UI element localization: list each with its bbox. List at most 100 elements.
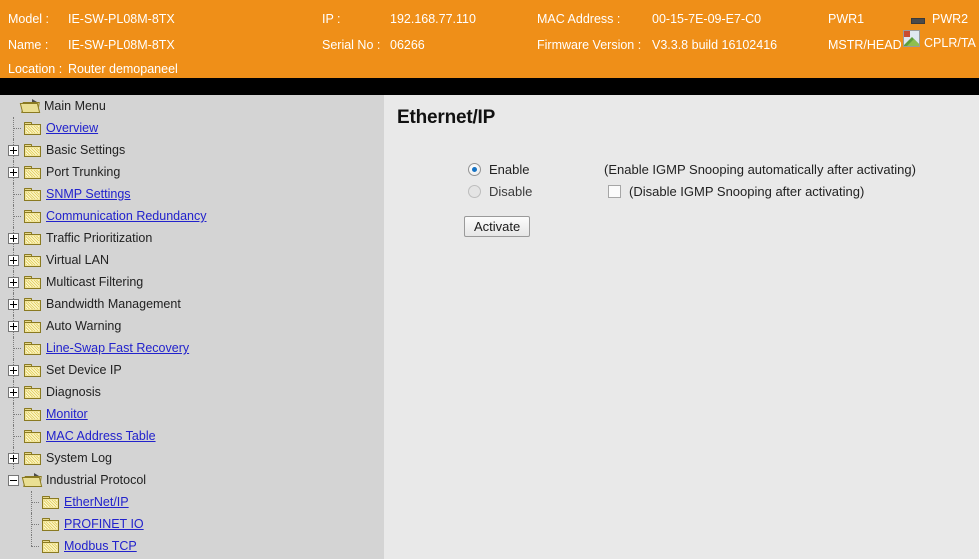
tree-expander-collapsed[interactable] (6, 139, 23, 161)
sidebar-item-label[interactable]: Communication Redundancy (46, 205, 207, 227)
serial-label: Serial No : (322, 38, 381, 52)
sidebar-item-label[interactable]: MAC Address Table (46, 425, 156, 447)
pwr2-label: PWR2 (932, 12, 969, 26)
tree-connector (6, 403, 23, 425)
sidebar-item-label[interactable]: PROFINET IO (64, 513, 144, 535)
sidebar-item-label: Industrial Protocol (46, 473, 147, 487)
sidebar-item-system-log[interactable]: System Log (0, 447, 384, 469)
tree-connector (24, 513, 41, 535)
sidebar-item-label[interactable]: EtherNet/IP (64, 491, 129, 513)
activate-button[interactable]: Activate (464, 216, 531, 237)
disable-note: (Disable IGMP Snooping after activating) (629, 184, 865, 199)
folder-closed-icon (23, 296, 41, 312)
sidebar-item-label: System Log (46, 451, 113, 465)
tree-expander-expanded[interactable] (6, 469, 23, 491)
sidebar-item-overview[interactable]: Overview (0, 117, 384, 139)
sidebar-item-label[interactable]: Monitor (46, 403, 88, 425)
sidebar-item-set-device-ip[interactable]: Set Device IP (0, 359, 384, 381)
sidebar-item-mac-address-table[interactable]: MAC Address Table (0, 425, 384, 447)
sidebar-item-ethernet-ip[interactable]: EtherNet/IP (0, 491, 384, 513)
folder-closed-icon (23, 208, 41, 224)
enable-note: (Enable IGMP Snooping automatically afte… (604, 162, 916, 177)
disable-note-row[interactable]: (Disable IGMP Snooping after activating) (608, 184, 864, 199)
ip-value: 192.168.77.110 (390, 12, 476, 26)
folder-closed-icon (23, 318, 41, 334)
tree-expander-collapsed[interactable] (6, 249, 23, 271)
folder-closed-icon (41, 516, 59, 532)
sidebar-item-port-trunking[interactable]: Port Trunking (0, 161, 384, 183)
cplr-tail-label: CPLR/TA (924, 36, 976, 50)
sidebar-item-label: Virtual LAN (46, 253, 109, 267)
sidebar-item-virtual-lan[interactable]: Virtual LAN (0, 249, 384, 271)
sidebar-item-communication-redundancy[interactable]: Communication Redundancy (0, 205, 384, 227)
header-divider-bar (0, 78, 979, 95)
sidebar-item-line-swap-fast-recovery[interactable]: Line-Swap Fast Recovery (0, 337, 384, 359)
sidebar-item-main-menu[interactable]: Main Menu (0, 95, 384, 117)
enable-radio[interactable] (468, 163, 481, 176)
mac-value: 00-15-7E-09-E7-C0 (652, 12, 762, 26)
folder-open-icon (21, 472, 43, 488)
page-title: Ethernet/IP (397, 107, 496, 128)
tree-expander-collapsed[interactable] (6, 359, 23, 381)
sidebar-item-label: Basic Settings (46, 143, 126, 157)
folder-closed-icon (23, 362, 41, 378)
sidebar-item-label: Traffic Prioritization (46, 231, 153, 245)
folder-closed-icon (23, 252, 41, 268)
tree-connector (6, 425, 23, 447)
tree-expander-collapsed[interactable] (6, 161, 23, 183)
location-value: Router demopaneel (68, 62, 178, 76)
sidebar-item-label[interactable]: SNMP Settings (46, 183, 131, 205)
pwr1-label: PWR1 (828, 12, 865, 26)
tree-connector (6, 337, 23, 359)
sidebar-item-label: Bandwidth Management (46, 297, 181, 311)
sidebar-item-label[interactable]: Modbus TCP (64, 535, 137, 557)
sidebar-item-diagnosis[interactable]: Diagnosis (0, 381, 384, 403)
tree-connector (6, 205, 23, 227)
folder-closed-icon (41, 494, 59, 510)
power-led-indicator (911, 18, 925, 24)
tree-expander-collapsed[interactable] (6, 271, 23, 293)
enable-radio-row[interactable]: Enable (468, 162, 529, 177)
sidebar-item-label: Multicast Filtering (46, 275, 144, 289)
sidebar-item-traffic-prioritization[interactable]: Traffic Prioritization (0, 227, 384, 249)
sidebar-item-label: Auto Warning (46, 319, 122, 333)
folder-closed-icon (23, 142, 41, 158)
tree-expander-collapsed[interactable] (6, 447, 23, 469)
broken-image-icon (903, 30, 920, 47)
disable-radio-row[interactable]: Disable (468, 184, 532, 199)
name-label: Name : (8, 38, 49, 52)
disable-radio[interactable] (468, 185, 481, 198)
sidebar-item-basic-settings[interactable]: Basic Settings (0, 139, 384, 161)
sidebar-item-label[interactable]: Overview (46, 117, 98, 139)
sidebar-item-auto-warning[interactable]: Auto Warning (0, 315, 384, 337)
sidebar-item-bandwidth-management[interactable]: Bandwidth Management (0, 293, 384, 315)
mac-label: MAC Address : (537, 12, 621, 26)
sidebar-item-multicast-filtering[interactable]: Multicast Filtering (0, 271, 384, 293)
folder-closed-icon (23, 274, 41, 290)
sidebar-item-snmp-settings[interactable]: SNMP Settings (0, 183, 384, 205)
sidebar-item-label: Diagnosis (46, 385, 101, 399)
sidebar-item-modbus-tcp[interactable]: Modbus TCP (0, 535, 384, 557)
folder-closed-icon (23, 428, 41, 444)
folder-closed-icon (23, 230, 41, 246)
sidebar-item-label[interactable]: Line-Swap Fast Recovery (46, 337, 189, 359)
tree-expander-collapsed[interactable] (6, 315, 23, 337)
tree-connector (6, 117, 23, 139)
sidebar-item-industrial-protocol[interactable]: Industrial Protocol (0, 469, 384, 491)
sidebar-item-profinet-io[interactable]: PROFINET IO (0, 513, 384, 535)
disable-igmp-checkbox[interactable] (608, 185, 621, 198)
tree-expander-collapsed[interactable] (6, 293, 23, 315)
sidebar-tree-items[interactable]: Overview Basic Settings Port Trunking SNMP … (0, 117, 384, 557)
sidebar-item-monitor[interactable]: Monitor (0, 403, 384, 425)
tree-expander-collapsed[interactable] (6, 381, 23, 403)
navigation-sidebar[interactable]: Main Menu Overview Basic Settings Port Tru… (0, 95, 384, 559)
tree-expander-root (4, 95, 21, 117)
model-label: Model : (8, 12, 49, 26)
serial-value: 06266 (390, 38, 425, 52)
tree-expander-collapsed[interactable] (6, 227, 23, 249)
folder-closed-icon (23, 384, 41, 400)
firmware-label: Firmware Version : (537, 38, 642, 52)
tree-connector (24, 535, 41, 557)
folder-closed-icon (23, 186, 41, 202)
device-info-header: Model : IE-SW-PL08M-8TX Name : IE-SW-PL0… (0, 0, 979, 78)
